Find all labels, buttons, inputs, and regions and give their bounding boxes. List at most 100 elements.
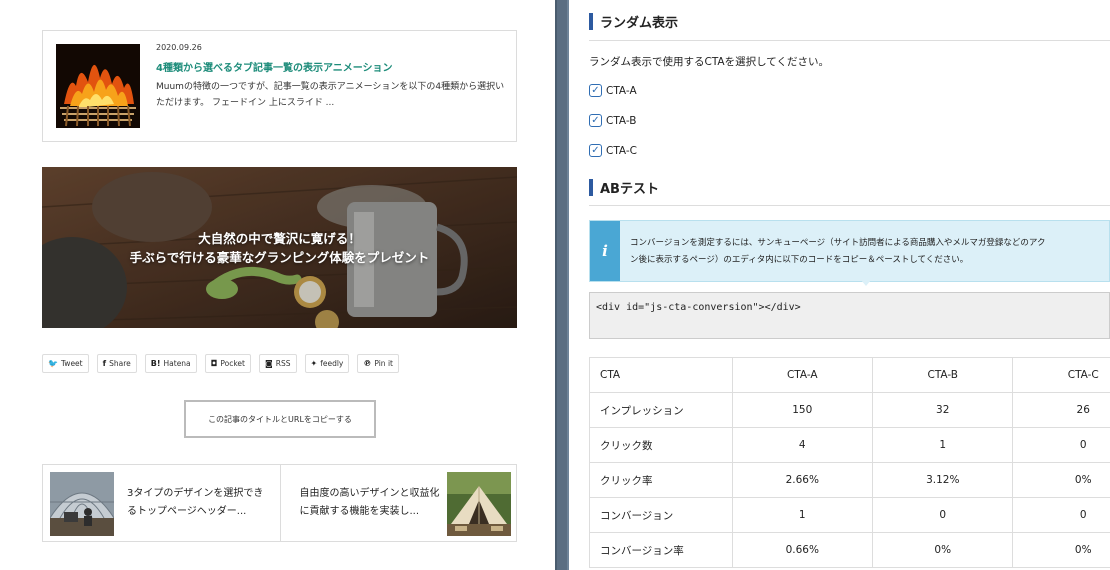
ab-test-heading: ABテスト bbox=[589, 178, 659, 197]
table-row: インプレッション 150 32 26 bbox=[589, 392, 1110, 428]
table-cell: クリック率 bbox=[589, 462, 733, 498]
checkmark-icon[interactable]: ✓ bbox=[589, 144, 602, 157]
table-header-cell: CTA-A bbox=[731, 357, 874, 393]
table-cell: 0 bbox=[1012, 497, 1110, 533]
copy-title-url-button[interactable]: この記事のタイトルとURLをコピーする bbox=[184, 400, 376, 438]
info-text: コンバージョンを測定するには、サンキューページ（サイト訪問者による商品購入やメル… bbox=[630, 235, 1110, 269]
table-row: コンバージョン 1 0 0 bbox=[589, 497, 1110, 533]
share-label: Pocket bbox=[220, 359, 245, 368]
table-row: クリック率 2.66% 3.12% 0% bbox=[589, 462, 1110, 498]
heading-accent-bar bbox=[589, 179, 593, 196]
table-cell: 0% bbox=[1012, 462, 1110, 498]
table-header-cell: CTA-B bbox=[871, 357, 1014, 393]
info-line-2: ン後に表示するページ）のエディタ内に以下のコードをコピー＆ペーストしてください。 bbox=[630, 255, 969, 265]
share-label: feedly bbox=[320, 359, 344, 368]
table-cell: 0% bbox=[1012, 532, 1110, 568]
banner-line-1: 大自然の中で贅沢に寛げる！ bbox=[198, 231, 361, 246]
divider-line bbox=[589, 40, 1110, 41]
checkmark-icon[interactable]: ✓ bbox=[589, 84, 602, 97]
random-description: ランダム表示で使用するCTAを選択してください。 bbox=[589, 56, 829, 68]
table-cell: 0.66% bbox=[731, 532, 874, 568]
table-cell: 0 bbox=[1012, 427, 1110, 463]
related-post-next[interactable]: 自由度の高いデザインと収益化に貢献する機能を実装し... bbox=[279, 465, 517, 541]
divider-line bbox=[589, 205, 1110, 206]
heading-accent-bar bbox=[589, 13, 593, 30]
post-excerpt: Muumの特徴の一つですが、記事一覧の表示アニメーションを以下の4種類から選択い… bbox=[156, 82, 505, 108]
banner-line-2: 手ぶらで行ける豪華なグランピング体験をプレゼント bbox=[129, 250, 430, 265]
table-cell: 32 bbox=[871, 392, 1014, 428]
heading-text: ランダム表示 bbox=[600, 16, 679, 31]
facebook-icon: f bbox=[102, 359, 107, 368]
pane-divider[interactable] bbox=[555, 0, 569, 570]
share-label: Tweet bbox=[60, 359, 83, 368]
cta-banner[interactable]: 大自然の中で贅沢に寛げる！ 手ぶらで行ける豪華なグランピング体験をプレゼント bbox=[42, 167, 517, 328]
info-icon: i bbox=[590, 221, 620, 281]
table-cell: 3.12% bbox=[871, 462, 1014, 498]
conversion-code-field[interactable]: <div id="js-cta-conversion"></div> bbox=[589, 292, 1110, 339]
share-label: Share bbox=[109, 359, 131, 368]
heading-text: ABテスト bbox=[600, 182, 659, 197]
checkmark-icon[interactable]: ✓ bbox=[589, 114, 602, 127]
checkbox-cta-a[interactable]: ✓ CTA-A bbox=[589, 84, 637, 97]
fire-grill-image bbox=[56, 44, 140, 128]
ab-stats-table: CTA CTA-A CTA-B CTA-C インプレッション 150 32 26… bbox=[589, 357, 1110, 568]
pocket-button[interactable]: ◘ Pocket bbox=[204, 354, 251, 373]
post-date: 2020.09.26 bbox=[156, 43, 202, 52]
table-cell: コンバージョン bbox=[589, 497, 733, 533]
table-cell: 4 bbox=[731, 427, 874, 463]
checkbox-cta-b[interactable]: ✓ CTA-B bbox=[589, 114, 637, 127]
twitter-icon: 🐦 bbox=[48, 359, 58, 368]
banner-text: 大自然の中で贅沢に寛げる！ 手ぶらで行ける豪華なグランピング体験をプレゼント bbox=[42, 229, 517, 267]
glamping-tent-image bbox=[446, 472, 511, 536]
table-row: クリック数 4 1 0 bbox=[589, 427, 1110, 463]
table-cell: コンバージョン率 bbox=[589, 532, 733, 568]
feedly-button[interactable]: ✦ feedly bbox=[304, 354, 350, 373]
table-cell: 0 bbox=[871, 497, 1014, 533]
info-notice: i コンバージョンを測定するには、サンキューページ（サイト訪問者による商品購入や… bbox=[589, 220, 1110, 282]
share-label: Pin it bbox=[374, 359, 393, 368]
table-header-cell: CTA bbox=[589, 357, 733, 393]
related-posts: 3タイプのデザインを選択できるトップページヘッダー... 自由度の高いデザインと… bbox=[42, 464, 517, 542]
dome-tent-image bbox=[50, 472, 114, 536]
share-label: RSS bbox=[275, 359, 291, 368]
hatena-button[interactable]: B! Hatena bbox=[144, 354, 197, 373]
table-row: コンバージョン率 0.66% 0% 0% bbox=[589, 532, 1110, 568]
table-cell: 1 bbox=[871, 427, 1014, 463]
table-cell: 26 bbox=[1012, 392, 1110, 428]
table-cell: 1 bbox=[731, 497, 874, 533]
feedly-icon: ✦ bbox=[310, 359, 318, 368]
rss-button[interactable]: ◙ RSS bbox=[259, 354, 297, 373]
tweet-button[interactable]: 🐦 Tweet bbox=[42, 354, 89, 373]
checkbox-label: CTA-B bbox=[606, 114, 637, 127]
random-display-heading: ランダム表示 bbox=[589, 12, 678, 31]
table-header-cell: CTA-C bbox=[1012, 357, 1110, 393]
pinterest-icon: ℗ bbox=[363, 359, 372, 368]
info-caret bbox=[861, 280, 871, 286]
hatena-icon: B! bbox=[150, 359, 161, 368]
checkbox-label: CTA-C bbox=[606, 144, 638, 157]
table-header-row: CTA CTA-A CTA-B CTA-C bbox=[589, 357, 1110, 393]
checkbox-label: CTA-A bbox=[606, 84, 637, 97]
share-buttons: 🐦 Tweet f Share B! Hatena ◘ Pocket ◙ RSS ✦ fee… bbox=[42, 354, 399, 373]
pinterest-button[interactable]: ℗ Pin it bbox=[357, 354, 399, 373]
table-cell: 0% bbox=[871, 532, 1014, 568]
table-cell: インプレッション bbox=[589, 392, 733, 428]
share-label: Hatena bbox=[163, 359, 191, 368]
related-thumbnail-dome[interactable] bbox=[50, 472, 114, 536]
post-thumbnail-fire-grill[interactable] bbox=[56, 44, 140, 128]
table-cell: 150 bbox=[731, 392, 874, 428]
table-cell: クリック数 bbox=[589, 427, 733, 463]
post-title-link[interactable]: 4種類から選べるタブ記事一覧の表示アニメーション bbox=[156, 59, 393, 74]
related-post-title: 3タイプのデザインを選択できるトップページヘッダー... bbox=[127, 488, 264, 517]
related-post-prev[interactable]: 3タイプのデザインを選択できるトップページヘッダー... bbox=[43, 465, 280, 541]
table-cell: 2.66% bbox=[731, 462, 874, 498]
related-thumbnail-tent[interactable] bbox=[446, 472, 511, 536]
pocket-icon: ◘ bbox=[210, 359, 218, 368]
post-card[interactable]: 2020.09.26 4種類から選べるタブ記事一覧の表示アニメーション Muum… bbox=[42, 30, 517, 142]
info-line-1: コンバージョンを測定するには、サンキューページ（サイト訪問者による商品購入やメル… bbox=[630, 238, 1046, 248]
rss-icon: ◙ bbox=[265, 359, 273, 368]
checkbox-cta-c[interactable]: ✓ CTA-C bbox=[589, 144, 637, 157]
facebook-share-button[interactable]: f Share bbox=[96, 354, 137, 373]
article-preview-pane: 2020.09.26 4種類から選べるタブ記事一覧の表示アニメーション Muum… bbox=[0, 0, 555, 570]
related-post-title: 自由度の高いデザインと収益化に貢献する機能を実装し... bbox=[299, 488, 440, 517]
